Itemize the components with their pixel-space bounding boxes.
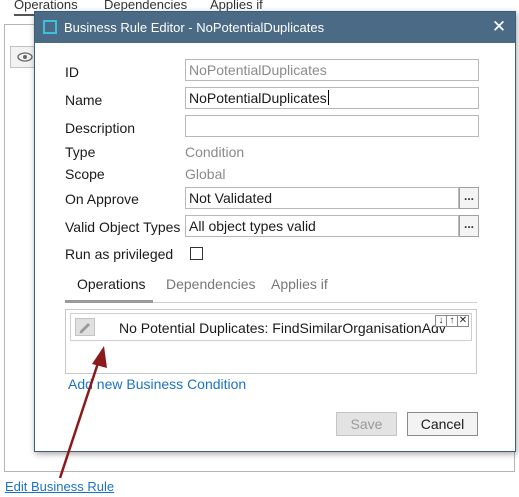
valid-object-types-field[interactable]: All object types valid xyxy=(185,215,459,237)
scope-label: Scope xyxy=(65,166,105,182)
cancel-button[interactable]: Cancel xyxy=(407,412,478,436)
scope-value: Global xyxy=(185,166,226,182)
remove-icon[interactable]: ✕ xyxy=(457,315,469,327)
active-tab-indicator xyxy=(65,300,153,303)
id-label: ID xyxy=(65,64,79,80)
edit-operation-button[interactable] xyxy=(75,318,95,336)
type-label: Type xyxy=(65,144,96,160)
run-as-privileged-label: Run as privileged xyxy=(65,246,174,262)
on-approve-field[interactable]: Not Validated xyxy=(185,187,459,209)
type-value: Condition xyxy=(185,144,245,160)
operation-row: No Potential Duplicates: FindSimilarOrga… xyxy=(70,313,472,341)
business-rule-editor-dialog: Business Rule Editor - NoPotentialDuplic… xyxy=(34,11,516,452)
run-as-privileged-checkbox[interactable] xyxy=(190,247,203,260)
description-field[interactable] xyxy=(185,115,479,137)
tab-applies-if[interactable]: Applies if xyxy=(271,276,328,292)
dialog-titlebar[interactable]: Business Rule Editor - NoPotentialDuplic… xyxy=(35,12,515,43)
dialog-title: Business Rule Editor - NoPotentialDuplic… xyxy=(64,20,325,35)
on-approve-label: On Approve xyxy=(65,191,139,207)
window-icon xyxy=(43,20,57,34)
name-label: Name xyxy=(65,92,103,108)
operation-text: No Potential Duplicates: FindSimilarOrga… xyxy=(119,320,446,336)
tab-operations[interactable]: Operations xyxy=(77,276,145,292)
pencil-icon xyxy=(79,323,90,334)
description-label: Description xyxy=(65,120,136,136)
on-approve-browse-button[interactable]: ... xyxy=(459,187,479,209)
row-controls: ↓ ↑ ✕ xyxy=(435,315,469,327)
id-field: NoPotentialDuplicates xyxy=(185,59,479,81)
add-business-condition-link[interactable]: Add new Business Condition xyxy=(68,376,246,392)
edit-business-rule-link[interactable]: Edit Business Rule xyxy=(5,479,114,494)
tab-dependencies[interactable]: Dependencies xyxy=(166,276,256,292)
save-button[interactable]: Save xyxy=(336,412,397,436)
close-icon[interactable]: ✕ xyxy=(483,12,515,43)
valid-object-types-browse-button[interactable]: ... xyxy=(459,215,479,237)
valid-object-types-label: Valid Object Types xyxy=(65,219,181,235)
name-field[interactable]: NoPotentialDuplicates xyxy=(185,87,479,109)
